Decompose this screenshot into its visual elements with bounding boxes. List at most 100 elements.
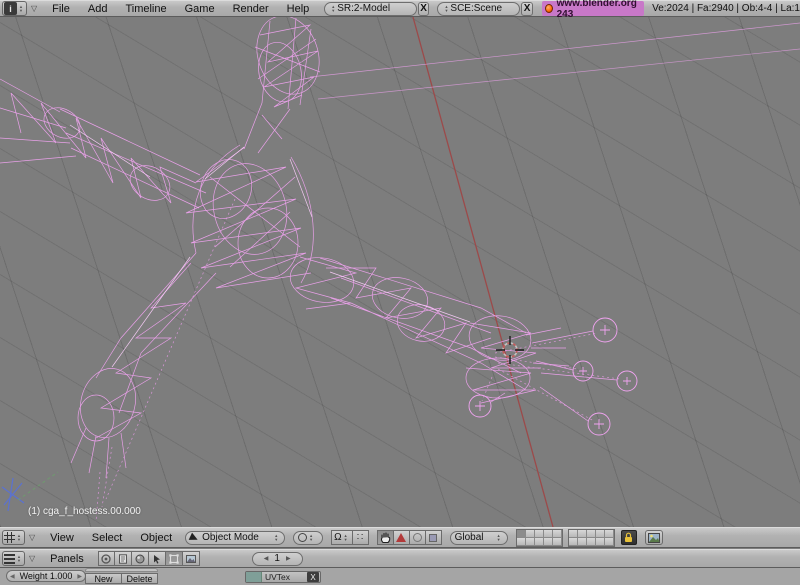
buttons-window-header: ▲▼ ▽ Panels <box>0 549 800 568</box>
layer-toggle[interactable] <box>596 538 605 546</box>
uvtex-active-swatch[interactable] <box>246 572 262 582</box>
layer-toggle[interactable] <box>587 530 596 538</box>
layer-toggle[interactable] <box>535 538 544 546</box>
menu-add[interactable]: Add <box>79 3 117 15</box>
layer-toggle[interactable] <box>605 538 614 546</box>
active-object-label: (1) cga_f_hostess.00.000 <box>28 506 141 517</box>
info-window-icon: i <box>4 2 17 15</box>
scene-selector-arrows-icon: ▲▼ <box>444 5 448 13</box>
menu-game[interactable]: Game <box>176 3 224 15</box>
bone-circle-shapes <box>469 318 637 435</box>
window-type-arrows-icon: ▲▼ <box>19 5 23 13</box>
view3d-header: ▲▼ ▽ View Select Object Object Mode ▲▼ ▲… <box>0 527 800 548</box>
logic-icon <box>101 554 111 564</box>
rotate-manipulator-button[interactable] <box>410 530 426 545</box>
weight-slider[interactable]: ◀ Weight 1.000 ▶ <box>6 570 86 582</box>
editor-type-button-buttons[interactable]: ▲▼ <box>2 551 25 566</box>
layer-toggle[interactable] <box>587 538 596 546</box>
slider-decrement-icon[interactable]: ◀ <box>10 573 15 580</box>
object-mode-icon <box>189 532 200 543</box>
scene-icon <box>186 554 196 564</box>
layer-toggle[interactable] <box>578 530 587 538</box>
translate-manipulator-button[interactable] <box>394 530 410 545</box>
translate-icon <box>396 533 406 542</box>
rotate-icon <box>413 533 422 542</box>
layer-toggle[interactable] <box>569 530 578 538</box>
scene-delete-button[interactable]: X <box>521 2 533 16</box>
menu-file[interactable]: File <box>43 3 79 15</box>
screen-delete-button[interactable]: X <box>418 2 430 16</box>
scene-selector-value: SCE:Scene <box>450 3 502 14</box>
menu-help[interactable]: Help <box>278 3 319 15</box>
layer-toggle[interactable] <box>569 538 578 546</box>
frame-decrement-icon[interactable]: ◀ <box>258 555 275 562</box>
scene-selector[interactable]: ▲▼ SCE:Scene <box>437 2 520 16</box>
menu-object[interactable]: Object <box>131 532 181 544</box>
mode-dropdown-arrows-icon: ▲▼ <box>274 534 278 542</box>
layer-toggle[interactable] <box>517 538 526 546</box>
lock-icon <box>624 532 633 543</box>
vertex-group-delete-button[interactable]: Delete <box>121 573 158 584</box>
frame-increment-icon[interactable]: ▶ <box>280 555 297 562</box>
render-this-window-button[interactable] <box>645 530 663 545</box>
screen-selector[interactable]: ▲▼ SR:2-Model <box>324 2 416 16</box>
lock-layers-button[interactable] <box>621 530 637 545</box>
uvtex-name-field[interactable]: UVTex <box>262 572 307 582</box>
object-icon <box>152 554 162 564</box>
layer-toggle[interactable] <box>535 530 544 538</box>
layer-toggle[interactable] <box>553 538 562 546</box>
orientation-arrows-icon: ▲▼ <box>497 534 501 542</box>
orientation-dropdown[interactable]: Global ▲▼ <box>450 531 508 545</box>
layer-toggle[interactable] <box>553 530 562 538</box>
hand-icon <box>380 532 391 544</box>
window-type-button[interactable]: i ▲▼ <box>2 1 27 16</box>
blender-version-banner: www.blender.org 243 <box>542 1 644 16</box>
vertex-group-new-button[interactable]: New <box>85 573 122 584</box>
frame-number-stepper[interactable]: ◀ 1 ▶ <box>252 552 303 566</box>
weight-slider-value: Weight 1.000 <box>20 571 73 581</box>
collapse-menu-icon[interactable]: ▽ <box>29 533 35 542</box>
manipulator-toggle[interactable] <box>377 530 394 545</box>
layer-toggle[interactable] <box>596 530 605 538</box>
collapse-menu-icon[interactable]: ▽ <box>31 4 37 13</box>
pivot-icon: Ω <box>334 532 341 543</box>
pivot-align-toggle[interactable]: ∷ <box>353 530 369 545</box>
menu-timeline[interactable]: Timeline <box>116 3 175 15</box>
menu-render[interactable]: Render <box>224 3 278 15</box>
editor-type-arrows-icon: ▲▼ <box>17 534 21 542</box>
pivot-arrows-icon: ▲▼ <box>344 534 348 542</box>
viewport-3d[interactable]: (1) cga_f_hostess.00.000 <box>0 17 800 527</box>
draw-type-dropdown[interactable]: ▲▼ <box>293 531 323 545</box>
pivot-dropdown[interactable]: Ω ▲▼ <box>331 530 352 545</box>
layer-toggle[interactable] <box>517 530 526 538</box>
shading-context-button[interactable] <box>132 551 149 566</box>
layer-toggle[interactable] <box>526 530 535 538</box>
layer-toggle[interactable] <box>526 538 535 546</box>
layer-toggle[interactable] <box>605 530 614 538</box>
shading-icon <box>135 554 145 564</box>
menu-select[interactable]: Select <box>83 532 132 544</box>
panel-top-edge <box>85 568 158 572</box>
collapse-menu-icon[interactable]: ▽ <box>29 554 35 563</box>
uv-texture-row: UVTex X <box>245 571 321 583</box>
uvtex-delete-button[interactable]: X <box>307 572 319 582</box>
editing-context-button[interactable] <box>166 551 183 566</box>
slider-increment-icon[interactable]: ▶ <box>77 573 82 580</box>
logic-context-button[interactable] <box>98 551 115 566</box>
layer-toggle[interactable] <box>578 538 587 546</box>
layer-toggle[interactable] <box>544 530 553 538</box>
editor-type-arrows-icon: ▲▼ <box>17 555 21 563</box>
scene-statistics: Ve:2024 | Fa:2940 | Ob:4-4 | La:1 <box>652 3 800 14</box>
blender-window: i ▲▼ ▽ File Add Timeline Game Render Hel… <box>0 0 800 585</box>
layer-toggle[interactable] <box>544 538 553 546</box>
dots-icon: ∷ <box>357 532 363 543</box>
object-context-button[interactable] <box>149 551 166 566</box>
mode-dropdown[interactable]: Object Mode ▲▼ <box>185 531 285 545</box>
panels-menu[interactable]: Panels <box>41 553 98 565</box>
scale-manipulator-button[interactable] <box>426 530 442 545</box>
scene-context-button[interactable] <box>183 551 200 566</box>
editing-icon <box>169 554 179 564</box>
menu-view[interactable]: View <box>41 532 83 544</box>
script-context-button[interactable] <box>115 551 132 566</box>
editor-type-button-3dview[interactable]: ▲▼ <box>2 530 25 545</box>
